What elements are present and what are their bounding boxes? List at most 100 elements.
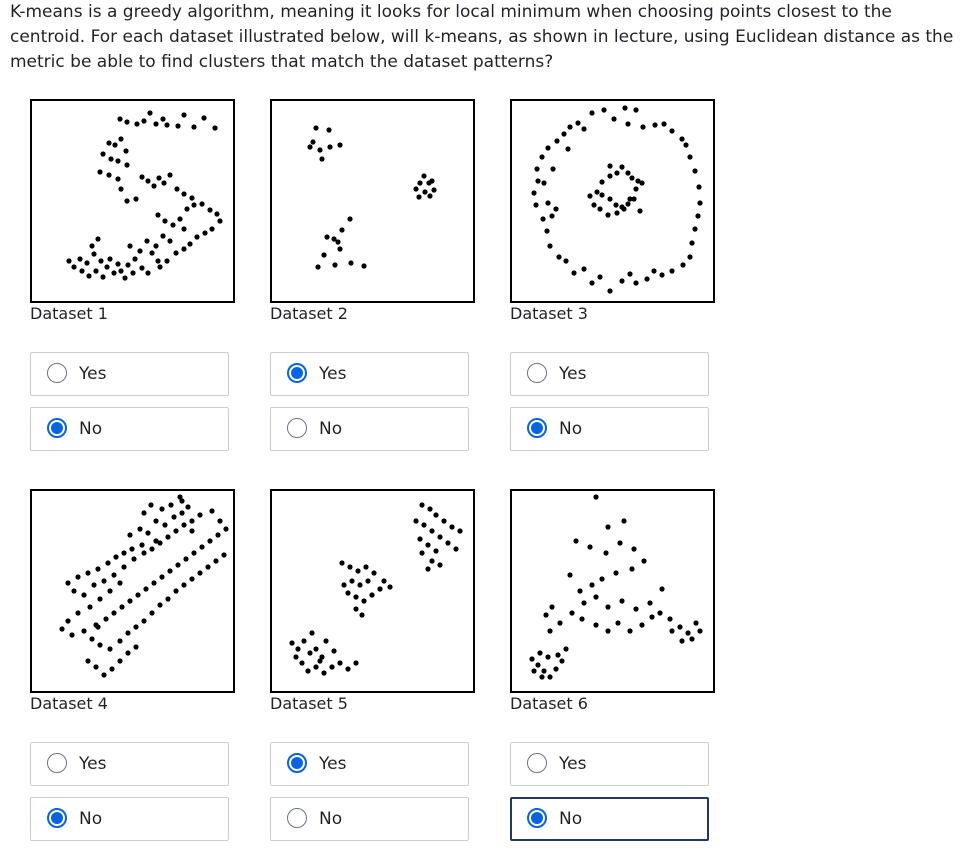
scatter-dot (129, 546, 135, 552)
dataset-3-no-option[interactable]: No (510, 407, 709, 451)
scatter-dot (535, 178, 541, 184)
scatter-dot (429, 558, 435, 564)
scatter-dot (697, 200, 703, 206)
radio-button[interactable] (287, 418, 307, 438)
scatter-dot (413, 186, 419, 192)
scatter-dot (693, 620, 699, 626)
scatter-dot (115, 158, 121, 164)
scatter-dot (545, 654, 551, 660)
scatter-dot (293, 654, 299, 660)
scatter-dot (108, 156, 114, 162)
scatter-dot (135, 592, 141, 598)
scatter-dot (75, 574, 81, 580)
scatter-dot (205, 564, 211, 570)
radio-button-selected[interactable] (287, 363, 307, 383)
scatter-dot (591, 202, 597, 208)
scatter-dot (607, 288, 613, 294)
radio-button[interactable] (527, 753, 547, 773)
scatter-dot (124, 162, 130, 168)
radio-button-selected[interactable] (527, 418, 547, 438)
scatter-dot (173, 588, 179, 594)
radio-button-selected[interactable] (47, 418, 67, 438)
scatter-dot (627, 628, 633, 634)
radio-button[interactable] (287, 808, 307, 828)
scatter-dot (65, 580, 71, 586)
radio-button[interactable] (47, 753, 67, 773)
scatter-dot (359, 612, 365, 618)
radio-button[interactable] (47, 363, 67, 383)
scatter-dot (149, 250, 155, 256)
no-label: No (319, 419, 343, 439)
scatter-dot (427, 193, 433, 199)
dataset-1-yes-option[interactable]: Yes (30, 352, 229, 396)
scatter-dot (71, 264, 77, 270)
scatter-dot (101, 578, 107, 584)
scatter-dot (541, 180, 547, 186)
dataset-4-yes-option[interactable]: Yes (30, 742, 229, 786)
dataset-6-plot (510, 489, 715, 693)
scatter-dot (117, 116, 123, 122)
scatter-dot (361, 263, 367, 269)
dataset-3-yes-option[interactable]: Yes (510, 352, 709, 396)
scatter-dot (659, 272, 665, 278)
dataset-5-yes-option[interactable]: Yes (270, 742, 469, 786)
scatter-dot (429, 528, 435, 534)
scatter-dot (66, 258, 72, 264)
scatter-dot (603, 550, 609, 556)
scatter-dot (550, 166, 556, 172)
scatter-dot (331, 648, 337, 654)
scatter-dot (81, 628, 87, 634)
dataset-4-no-option[interactable]: No (30, 797, 229, 841)
scatter-dot (117, 638, 123, 644)
scatter-dot (307, 144, 313, 150)
scatter-dot (217, 518, 223, 524)
scatter-dot (117, 580, 123, 586)
dataset-5-no-option[interactable]: No (270, 797, 469, 841)
radio-button-selected[interactable] (287, 753, 307, 773)
scatter-dot (167, 172, 173, 178)
scatter-dot (201, 115, 207, 121)
scatter-dot (125, 650, 131, 656)
no-label: No (559, 809, 583, 829)
scatter-dot (537, 650, 543, 656)
scatter-dot (93, 268, 99, 274)
scatter-dot (122, 275, 128, 281)
dataset-1-no-option[interactable]: No (30, 407, 229, 451)
scatter-dot (571, 270, 577, 276)
scatter-dot (148, 502, 154, 508)
scatter-dot (305, 668, 311, 674)
scatter-dot (453, 546, 459, 552)
scatter-dot (179, 510, 185, 516)
dataset-5-plot (270, 489, 475, 693)
scatter-dot (81, 592, 87, 598)
scatter-dot (321, 670, 327, 676)
scatter-dot (310, 139, 316, 145)
scatter-dot (579, 616, 585, 622)
scatter-dot (165, 596, 171, 602)
scatter-dot (177, 216, 183, 222)
radio-button-selected[interactable] (47, 808, 67, 828)
scatter-dot (181, 246, 187, 252)
dataset-2-yes-option[interactable]: Yes (270, 352, 469, 396)
scatter-dot (160, 116, 166, 122)
scatter-dot (86, 273, 92, 279)
scatter-dot (567, 572, 573, 578)
scatter-dot (199, 544, 205, 550)
scatter-dot (179, 498, 185, 504)
dataset-2-no-option[interactable]: No (270, 407, 469, 451)
scatter-dot (565, 146, 571, 152)
scatter-dot (353, 594, 359, 600)
radio-button-selected[interactable] (527, 808, 547, 828)
scatter-dot (307, 650, 313, 656)
yes-label: Yes (559, 364, 587, 384)
scatter-dot (347, 216, 353, 222)
scatter-dot (605, 524, 611, 530)
radio-button[interactable] (527, 363, 547, 383)
yes-label: Yes (79, 754, 107, 774)
scatter-dot (457, 528, 463, 534)
scatter-dot (97, 596, 103, 602)
dataset-6-no-option[interactable]: No (510, 797, 709, 841)
scatter-dot (607, 163, 613, 169)
dataset-6-yes-option[interactable]: Yes (510, 742, 709, 786)
no-label: No (559, 419, 583, 439)
